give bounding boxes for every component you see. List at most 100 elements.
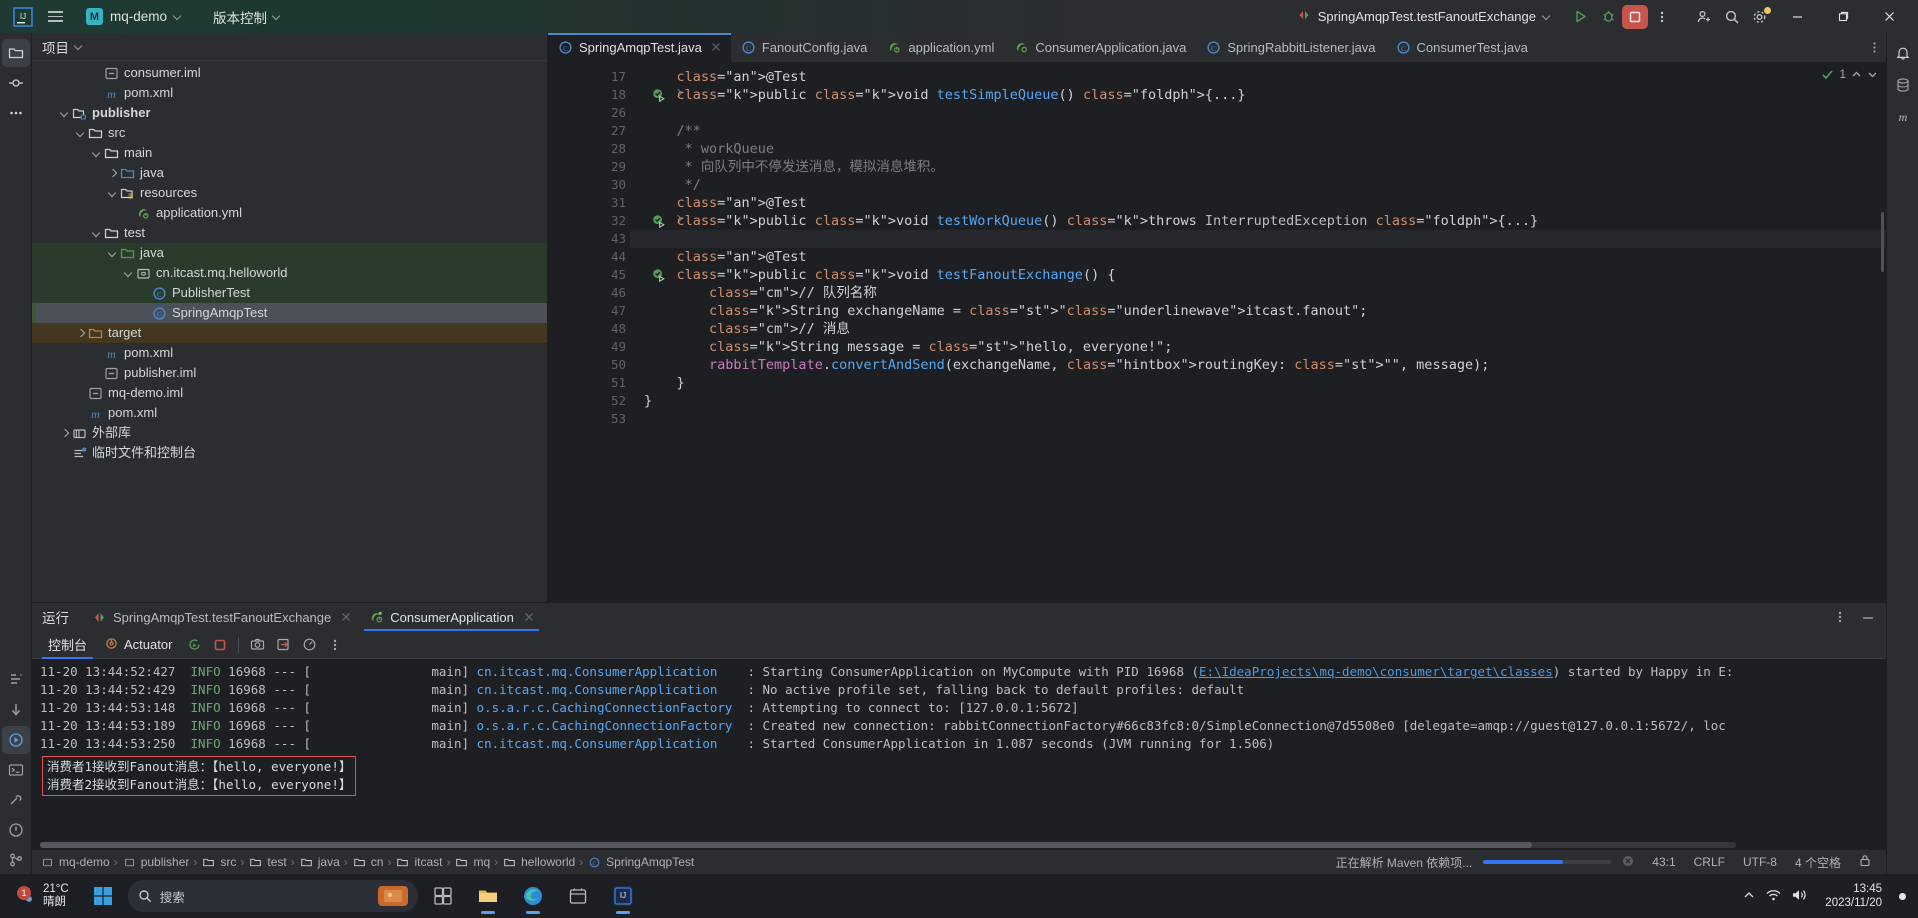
code-line[interactable]: class="k">public class="k">void testFano… xyxy=(630,266,1886,284)
notification-indicator[interactable] xyxy=(1899,892,1906,900)
tree-node-target[interactable]: target xyxy=(32,323,547,343)
editor-scrollbar[interactable] xyxy=(1881,212,1884,272)
code-line[interactable] xyxy=(630,410,1886,428)
tree-node--[interactable]: 外部库 xyxy=(32,423,547,443)
breadcrumb-item-mq-demo[interactable]: mq-demo xyxy=(40,855,110,870)
code-line[interactable]: /** xyxy=(630,122,1886,140)
tree-node-consumer-iml[interactable]: consumer.iml xyxy=(32,63,547,83)
network-icon[interactable] xyxy=(1765,888,1782,905)
code-line[interactable]: class="cm">// 消息 xyxy=(630,320,1886,338)
chevron-right-icon[interactable] xyxy=(106,167,119,180)
breadcrumb-item-java[interactable]: java xyxy=(299,855,340,870)
code-line[interactable]: } xyxy=(630,392,1886,410)
tree-node-publishertest[interactable]: C PublisherTest xyxy=(32,283,547,303)
taskbar-search-input[interactable]: 搜索 xyxy=(127,880,418,912)
tree-node-application-yml[interactable]: application.yml xyxy=(32,203,547,223)
share-button[interactable] xyxy=(1690,4,1718,30)
run-window-settings-icon[interactable] xyxy=(1828,605,1852,629)
breadcrumb-item-mq[interactable]: mq xyxy=(454,855,490,870)
chevron-down-icon[interactable] xyxy=(106,247,119,260)
editor-tab-springrabbitlistener-java[interactable]: C SpringRabbitListener.java xyxy=(1196,33,1385,62)
code-line[interactable]: class="k">String message = class="st">"h… xyxy=(630,338,1886,356)
editor-tab-springamqptest-java[interactable]: C SpringAmqpTest.java xyxy=(548,33,731,62)
close-icon[interactable] xyxy=(711,40,721,55)
run-tab-consumerapplication[interactable]: ConsumerApplication xyxy=(360,603,543,631)
chevron-right-icon[interactable] xyxy=(74,327,87,340)
taskbar-weather-widget[interactable]: 1 21°C 晴朗 xyxy=(6,883,79,909)
more-actions-button[interactable] xyxy=(1648,4,1676,30)
close-window-button[interactable] xyxy=(1866,0,1912,33)
sidebar-item-git[interactable] xyxy=(2,846,30,874)
run-button[interactable] xyxy=(1566,4,1594,30)
tree-node-java[interactable]: java xyxy=(32,163,547,183)
sidebar-item-problems[interactable] xyxy=(2,816,30,844)
chevron-up-icon[interactable] xyxy=(1742,888,1756,905)
database-tool-window-button[interactable] xyxy=(1889,71,1917,99)
minimize-window-button[interactable] xyxy=(1774,0,1820,33)
chevron-down-icon[interactable] xyxy=(90,147,103,160)
chevron-down-icon[interactable] xyxy=(58,107,71,120)
code-line[interactable]: rabbitTemplate.convertAndSend(exchangeNa… xyxy=(630,356,1886,374)
tree-node-publisher[interactable]: publisher xyxy=(32,103,547,123)
tree-node-springamqptest[interactable]: C SpringAmqpTest xyxy=(32,303,547,323)
breadcrumb-item-publisher[interactable]: publisher xyxy=(122,855,189,870)
run-tab-springamqptest-testfanoutexchange[interactable]: SpringAmqpTest.testFanoutExchange xyxy=(83,603,360,631)
main-menu-button[interactable] xyxy=(42,4,68,30)
code-line[interactable]: class="an">@Test xyxy=(630,194,1886,212)
sidebar-item-bookmarks[interactable] xyxy=(2,696,30,724)
taskbar-start-button[interactable] xyxy=(83,876,123,916)
code-line[interactable]: } xyxy=(630,374,1886,392)
code-line[interactable]: class="k">public class="k">void testWork… xyxy=(630,212,1886,230)
cancel-icon[interactable] xyxy=(1615,855,1641,870)
taskbar-edge[interactable] xyxy=(513,876,553,916)
editor-tab-consumerapplication-java[interactable]: ConsumerApplication.java xyxy=(1004,33,1196,62)
file-encoding[interactable]: UTF-8 xyxy=(1736,855,1784,869)
taskbar-clock[interactable]: 13:45 2023/11/20 xyxy=(1817,882,1890,910)
chevron-down-icon[interactable] xyxy=(122,267,135,280)
editor-tabs-more-button[interactable] xyxy=(1862,33,1886,62)
inspection-widget[interactable]: 1 xyxy=(1821,67,1878,81)
export-icon[interactable] xyxy=(271,634,295,656)
project-widget[interactable]: M mq-demo xyxy=(78,5,191,28)
dashboard-icon[interactable] xyxy=(297,634,321,656)
run-window-minimize-icon[interactable] xyxy=(1856,605,1880,629)
tree-node-pom-xml[interactable]: m pom.xml xyxy=(32,83,547,103)
code-line[interactable]: class="an">@Test xyxy=(630,248,1886,266)
editor-gutter[interactable]: 17 18 26 27 28 29 30 31 32 43 44 45 46 47 48 49 50 51 52 53 xyxy=(548,62,665,602)
breadcrumb-item-src[interactable]: src xyxy=(201,855,236,870)
taskbar-file-explorer[interactable] xyxy=(468,876,508,916)
caret-position[interactable]: 43:1 xyxy=(1645,855,1682,869)
breadcrumb-item-cn[interactable]: cn xyxy=(352,855,383,870)
camera-icon[interactable] xyxy=(245,634,269,656)
code-line[interactable]: class="k">public class="k">void testSimp… xyxy=(630,86,1886,104)
console-horizontal-scrollbar[interactable] xyxy=(40,842,1736,848)
code-line[interactable]: class="an">@Test xyxy=(630,68,1886,86)
sidebar-item-terminal[interactable] xyxy=(2,756,30,784)
tree-node-src[interactable]: src xyxy=(32,123,547,143)
editor-tab-fanoutconfig-java[interactable]: C FanoutConfig.java xyxy=(731,33,878,62)
sidebar-item-commit[interactable] xyxy=(2,69,30,97)
code-line[interactable]: */ xyxy=(630,176,1886,194)
breadcrumb-item-test[interactable]: test xyxy=(248,855,287,870)
maximize-window-button[interactable] xyxy=(1820,0,1866,33)
chevron-down-icon[interactable] xyxy=(74,127,87,140)
more-icon[interactable] xyxy=(323,634,347,656)
tree-node-mq-demo-iml[interactable]: mq-demo.iml xyxy=(32,383,547,403)
run-tabs[interactable]: SpringAmqpTest.testFanoutExchange Consume… xyxy=(83,603,543,631)
sidebar-item-project[interactable] xyxy=(1,39,30,67)
code-line[interactable]: class="k">String exchangeName = class="s… xyxy=(630,302,1886,320)
settings-button[interactable] xyxy=(1746,4,1774,30)
breadcrumb[interactable]: mq-demo › publisher › src › test › java › cn › itcas… xyxy=(40,855,694,870)
breadcrumb-item-itcast[interactable]: itcast xyxy=(395,855,442,870)
close-icon[interactable] xyxy=(341,610,351,625)
tab-actuator[interactable]: Actuator xyxy=(97,631,180,659)
sidebar-item-build[interactable] xyxy=(2,786,30,814)
code-text[interactable]: class="an">@Test class="k">public class=… xyxy=(630,62,1886,602)
project-tree[interactable]: consumer.iml m pom.xml publisher src main java… xyxy=(32,61,547,602)
tree-node-cn-itcast-mq-helloworld[interactable]: cn.itcast.mq.helloworld xyxy=(32,263,547,283)
breadcrumb-item-springamqptest[interactable]: C SpringAmqpTest xyxy=(587,855,694,870)
indent-setting[interactable]: 4 个空格 xyxy=(1788,854,1848,871)
tree-node-pom-xml[interactable]: m pom.xml xyxy=(32,403,547,423)
project-panel-header[interactable]: 项目 xyxy=(32,33,547,61)
close-icon[interactable] xyxy=(524,610,534,625)
